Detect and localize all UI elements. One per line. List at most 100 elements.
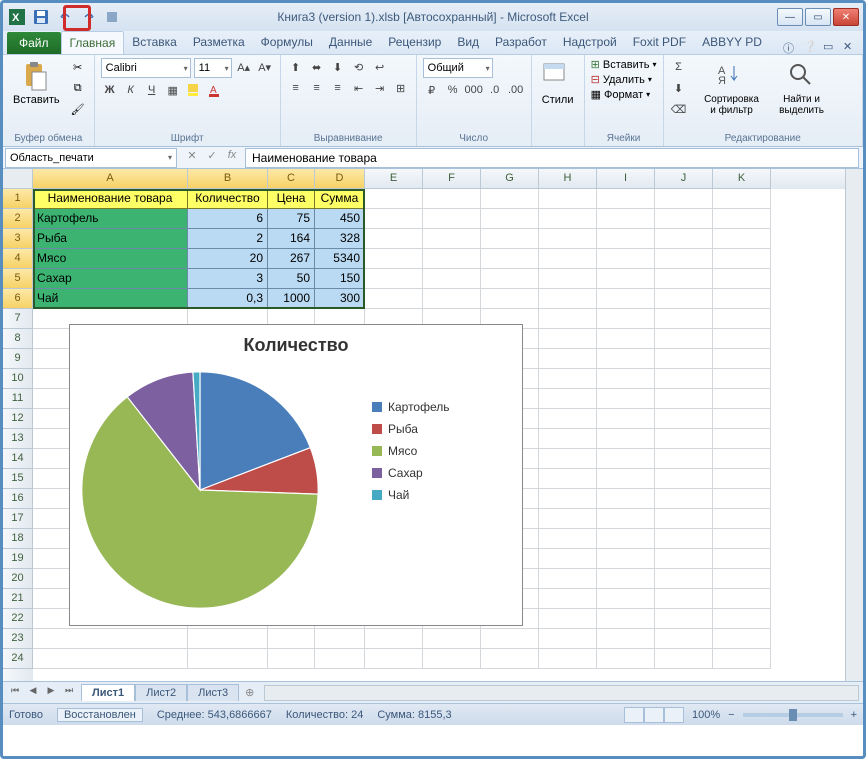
ribbon-tab-4[interactable]: Данные: [321, 31, 380, 54]
align-bottom-icon[interactable]: ⬇: [329, 58, 347, 76]
select-all-corner[interactable]: [3, 169, 33, 189]
decrease-indent-icon[interactable]: ⇤: [350, 79, 368, 97]
cell-B5[interactable]: 3: [188, 269, 268, 289]
autosum-icon[interactable]: Σ: [670, 58, 688, 76]
cell-I20[interactable]: [597, 569, 655, 589]
row-header-5[interactable]: 5: [3, 269, 33, 289]
cell-H24[interactable]: [539, 649, 597, 669]
cell-I21[interactable]: [597, 589, 655, 609]
col-header-J[interactable]: J: [655, 169, 713, 189]
row-header-9[interactable]: 9: [3, 349, 33, 369]
find-select-button[interactable]: Найти и выделить: [770, 58, 834, 118]
name-box[interactable]: Область_печати▾: [5, 148, 177, 168]
format-cells-button[interactable]: ▦Формат▾: [591, 88, 651, 101]
cell-K13[interactable]: [713, 429, 771, 449]
cell-C1[interactable]: Цена: [268, 189, 315, 209]
cell-K24[interactable]: [713, 649, 771, 669]
cell-J4[interactable]: [655, 249, 713, 269]
cancel-formula-icon[interactable]: ✕: [183, 149, 201, 167]
cell-J22[interactable]: [655, 609, 713, 629]
cell-H3[interactable]: [539, 229, 597, 249]
cell-J3[interactable]: [655, 229, 713, 249]
cell-B2[interactable]: 6: [188, 209, 268, 229]
cell-J23[interactable]: [655, 629, 713, 649]
cell-K1[interactable]: [713, 189, 771, 209]
font-color-icon[interactable]: A: [206, 81, 224, 99]
cell-G2[interactable]: [481, 209, 539, 229]
cell-C23[interactable]: [268, 629, 315, 649]
cell-E2[interactable]: [365, 209, 423, 229]
cell-J6[interactable]: [655, 289, 713, 309]
align-center-icon[interactable]: ≡: [308, 79, 326, 97]
row-header-19[interactable]: 19: [3, 549, 33, 569]
cell-H17[interactable]: [539, 509, 597, 529]
new-sheet-icon[interactable]: ⊕: [239, 686, 260, 699]
cell-K14[interactable]: [713, 449, 771, 469]
percent-icon[interactable]: %: [444, 81, 462, 99]
clear-icon[interactable]: ⌫: [670, 100, 688, 118]
cell-F23[interactable]: [423, 629, 481, 649]
sort-filter-button[interactable]: AЯ Сортировка и фильтр: [698, 58, 766, 118]
cell-J17[interactable]: [655, 509, 713, 529]
ribbon-tab-8[interactable]: Надстрой: [555, 31, 625, 54]
cell-H13[interactable]: [539, 429, 597, 449]
cell-K21[interactable]: [713, 589, 771, 609]
excel-icon[interactable]: X: [7, 7, 27, 27]
cell-B24[interactable]: [188, 649, 268, 669]
cell-I22[interactable]: [597, 609, 655, 629]
row-header-16[interactable]: 16: [3, 489, 33, 509]
cell-H10[interactable]: [539, 369, 597, 389]
cell-K18[interactable]: [713, 529, 771, 549]
align-top-icon[interactable]: ⬆: [287, 58, 305, 76]
row-header-21[interactable]: 21: [3, 589, 33, 609]
cell-I13[interactable]: [597, 429, 655, 449]
zoom-in-icon[interactable]: +: [851, 709, 857, 721]
cell-J10[interactable]: [655, 369, 713, 389]
col-header-A[interactable]: A: [33, 169, 188, 189]
cell-F1[interactable]: [423, 189, 481, 209]
horizontal-scrollbar[interactable]: [264, 685, 859, 701]
cell-H11[interactable]: [539, 389, 597, 409]
row-header-23[interactable]: 23: [3, 629, 33, 649]
cell-K10[interactable]: [713, 369, 771, 389]
cell-F5[interactable]: [423, 269, 481, 289]
cell-H1[interactable]: [539, 189, 597, 209]
row-header-12[interactable]: 12: [3, 409, 33, 429]
enter-formula-icon[interactable]: ✓: [203, 149, 221, 167]
row-header-14[interactable]: 14: [3, 449, 33, 469]
cell-I3[interactable]: [597, 229, 655, 249]
file-tab[interactable]: Файл: [7, 32, 61, 54]
cell-I14[interactable]: [597, 449, 655, 469]
column-headers[interactable]: ABCDEFGHIJK: [33, 169, 845, 189]
row-header-17[interactable]: 17: [3, 509, 33, 529]
cell-F24[interactable]: [423, 649, 481, 669]
cell-I12[interactable]: [597, 409, 655, 429]
cell-K5[interactable]: [713, 269, 771, 289]
increase-indent-icon[interactable]: ⇥: [371, 79, 389, 97]
window-close-doc-icon[interactable]: ✕: [843, 40, 857, 54]
cell-J5[interactable]: [655, 269, 713, 289]
cell-A24[interactable]: [33, 649, 188, 669]
cell-E24[interactable]: [365, 649, 423, 669]
row-header-13[interactable]: 13: [3, 429, 33, 449]
cell-H2[interactable]: [539, 209, 597, 229]
ribbon-tab-9[interactable]: Foxit PDF: [625, 31, 694, 54]
copy-icon[interactable]: ⧉: [68, 79, 88, 97]
cell-I7[interactable]: [597, 309, 655, 329]
cell-H18[interactable]: [539, 529, 597, 549]
cell-A3[interactable]: Рыба: [33, 229, 188, 249]
sheet-tab-Лист2[interactable]: Лист2: [135, 684, 187, 701]
cell-H15[interactable]: [539, 469, 597, 489]
col-header-E[interactable]: E: [365, 169, 423, 189]
align-right-icon[interactable]: ≡: [329, 79, 347, 97]
cell-J11[interactable]: [655, 389, 713, 409]
cell-A4[interactable]: Мясо: [33, 249, 188, 269]
cell-H6[interactable]: [539, 289, 597, 309]
cell-H12[interactable]: [539, 409, 597, 429]
cell-D3[interactable]: 328: [315, 229, 365, 249]
save-icon[interactable]: [31, 7, 51, 27]
delete-cells-button[interactable]: ⊟Удалить▾: [591, 73, 652, 86]
cell-B23[interactable]: [188, 629, 268, 649]
cell-J13[interactable]: [655, 429, 713, 449]
cell-C5[interactable]: 50: [268, 269, 315, 289]
